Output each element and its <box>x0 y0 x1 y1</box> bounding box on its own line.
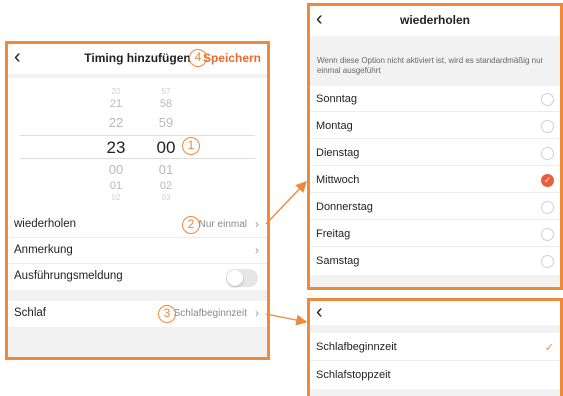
day-row-monday[interactable]: Montag <box>310 113 560 139</box>
minute-selected[interactable]: 00 <box>146 139 186 156</box>
page-title: wiederholen <box>399 13 470 27</box>
day-label: Montag <box>316 120 353 132</box>
minute-option[interactable]: 01 <box>146 163 186 176</box>
header: ‹ Timing hinzufügen Speichern 4 <box>8 44 267 74</box>
notification-row: Ausführungsmeldung <box>8 264 267 290</box>
day-checkbox[interactable] <box>541 120 554 133</box>
notification-label: Ausführungsmeldung <box>14 270 123 282</box>
day-row-tuesday[interactable]: Dienstag <box>310 140 560 166</box>
note-row[interactable]: Anmerkung › <box>8 238 267 264</box>
hour-option[interactable]: 00 <box>96 163 136 176</box>
day-row-wednesday[interactable]: Mittwoch ✓ <box>310 167 560 193</box>
time-picker[interactable]: 20 21 22 23 00 01 02 57 58 59 00 01 02 0… <box>8 78 267 226</box>
hour-option[interactable]: 02 <box>96 194 136 202</box>
arrow-to-sleep-screen <box>265 313 308 326</box>
timing-screen: ‹ Timing hinzufügen Speichern 4 20 21 22… <box>5 41 270 360</box>
day-label: Dienstag <box>316 147 360 159</box>
repeat-row[interactable]: wiederholen 2 Nur einmal › <box>8 212 267 238</box>
minute-option[interactable]: 58 <box>146 99 186 110</box>
action-row[interactable]: Schlaf 3 Schlafbeginnzeit › <box>8 301 267 327</box>
day-label: Donnerstag <box>316 201 373 213</box>
repeat-label: wiederholen <box>14 218 77 230</box>
option-label: Schlafbeginnzeit <box>316 341 397 353</box>
save-button[interactable]: Speichern <box>203 51 261 65</box>
option-label: Schlafstoppzeit <box>316 369 391 381</box>
action-list: Schlaf 3 Schlafbeginnzeit › <box>8 301 267 327</box>
hour-option[interactable]: 22 <box>96 116 136 129</box>
sleep-option-list: Schlafbeginnzeit ✓ Schlafstoppzeit <box>310 333 560 389</box>
day-checkbox[interactable] <box>541 147 554 160</box>
action-label: Schlaf <box>14 307 46 319</box>
day-checkbox[interactable] <box>541 255 554 268</box>
sleep-option-screen: ‹ Schlafbeginnzeit ✓ Schlafstoppzeit <box>307 298 563 396</box>
hour-selected[interactable]: 23 <box>96 139 136 156</box>
day-label: Sonntag <box>316 93 357 105</box>
repeat-screen: ‹ wiederholen Wenn diese Option nicht ak… <box>307 3 563 290</box>
minute-option[interactable]: 57 <box>146 88 186 96</box>
day-row-sunday[interactable]: Sonntag <box>310 86 560 112</box>
day-row-friday[interactable]: Freitag <box>310 221 560 247</box>
minute-option[interactable]: 59 <box>146 116 186 129</box>
minute-option[interactable]: 02 <box>146 181 186 192</box>
minute-option[interactable]: 03 <box>146 194 186 202</box>
action-value: Schlafbeginnzeit <box>173 308 247 319</box>
notification-toggle[interactable] <box>226 269 258 287</box>
option-row-sleep-start[interactable]: Schlafbeginnzeit ✓ <box>310 333 560 361</box>
toggle-knob <box>227 270 243 286</box>
marker-1: 1 <box>182 137 200 155</box>
hour-option[interactable]: 01 <box>96 181 136 192</box>
picker-divider <box>20 135 255 136</box>
chevron-right-icon: › <box>255 217 259 231</box>
day-label: Samstag <box>316 255 360 267</box>
day-row-saturday[interactable]: Samstag <box>310 248 560 274</box>
day-checkbox[interactable] <box>541 201 554 214</box>
day-label: Mittwoch <box>316 174 360 186</box>
repeat-value: Nur einmal <box>198 219 247 230</box>
check-icon[interactable]: ✓ <box>541 174 554 187</box>
day-checkbox[interactable] <box>541 228 554 241</box>
hour-option[interactable]: 20 <box>96 88 136 96</box>
day-list: Sonntag Montag Dienstag Mittwoch ✓ Donne… <box>310 86 560 275</box>
note-label: Anmerkung <box>14 244 73 256</box>
picker-divider <box>20 158 255 159</box>
arrow-to-repeat-screen <box>265 180 307 225</box>
settings-list: wiederholen 2 Nur einmal › Anmerkung › A… <box>8 212 267 290</box>
header: ‹ <box>310 301 560 325</box>
chevron-right-icon: › <box>255 306 259 320</box>
header: ‹ wiederholen <box>310 6 560 36</box>
marker-2: 2 <box>182 216 200 234</box>
option-row-sleep-stop[interactable]: Schlafstoppzeit <box>310 361 560 389</box>
check-icon: ✓ <box>544 342 554 354</box>
repeat-description: Wenn diese Option nicht aktiviert ist, w… <box>317 56 544 75</box>
day-row-thursday[interactable]: Donnerstag <box>310 194 560 220</box>
hour-option[interactable]: 21 <box>96 99 136 110</box>
day-label: Freitag <box>316 228 351 240</box>
back-icon[interactable]: ‹ <box>316 301 323 323</box>
chevron-right-icon: › <box>255 243 259 257</box>
day-checkbox[interactable] <box>541 93 554 106</box>
marker-4: 4 <box>189 49 207 67</box>
